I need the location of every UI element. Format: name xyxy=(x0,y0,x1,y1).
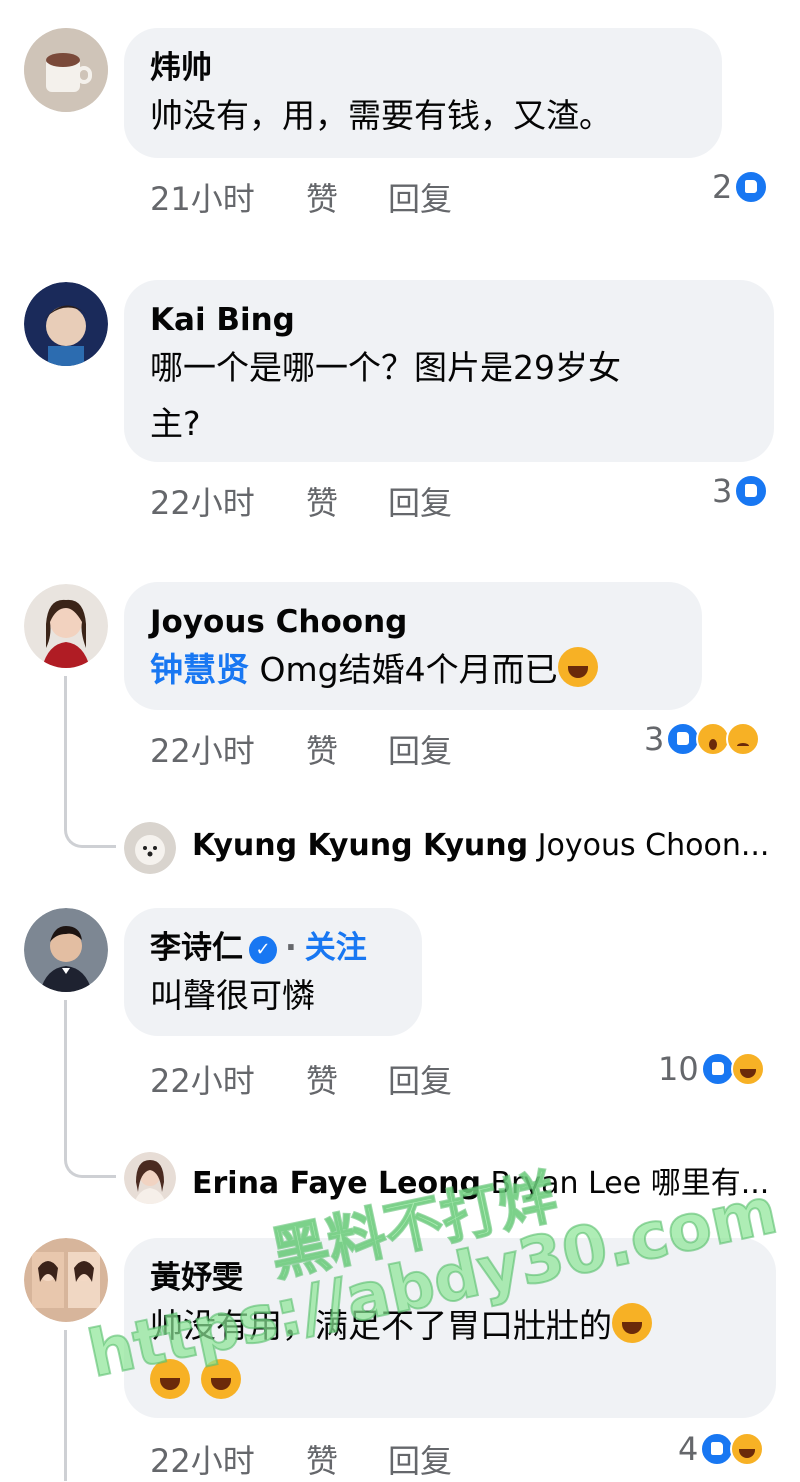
comment-text: 叫聲很可憐 xyxy=(150,976,315,1015)
comment-author[interactable]: 炜帅 xyxy=(150,48,696,88)
reply-button[interactable]: 回复 xyxy=(388,1436,452,1482)
grinning-sweat-emoji-icon xyxy=(200,1359,241,1399)
thread-connector xyxy=(64,1120,116,1178)
comment-author[interactable]: Kai Bing xyxy=(150,300,748,340)
reaction-summary[interactable]: 2 xyxy=(712,168,769,206)
laughing-emoji-icon xyxy=(612,1303,652,1343)
comment-emoji-line xyxy=(150,1354,750,1410)
comment-actions: 22小时 赞 回复 xyxy=(150,478,452,524)
avatar[interactable] xyxy=(24,282,108,366)
comment-bubble: 黃妤雯 帅没有用，满足不了胃口壯壯的 xyxy=(124,1238,776,1418)
follow-button[interactable]: 关注 xyxy=(305,930,367,966)
like-reaction-icon xyxy=(700,1432,735,1466)
reply-button[interactable]: 回复 xyxy=(388,174,452,220)
comment-time[interactable]: 22小时 xyxy=(150,478,306,524)
like-button[interactable]: 赞 xyxy=(306,174,388,220)
comment-actions: 22小时 赞 回复 xyxy=(150,726,452,772)
comment-time[interactable]: 21小时 xyxy=(150,174,306,220)
avatar[interactable] xyxy=(24,584,108,668)
like-reaction-icon xyxy=(734,474,769,508)
reply-author[interactable]: Erina Faye Leong xyxy=(192,1166,481,1201)
comment-text-line: 哪一个是哪一个？图片是29岁女 xyxy=(150,348,621,387)
thread-connector xyxy=(64,790,116,848)
comment-author-row: 李诗仁 ✓ · 关注 xyxy=(150,928,396,968)
comment-bubble: 炜帅 帅没有，用，需要有钱，又渣。 xyxy=(124,28,722,158)
comment-text: 帅没有用，满足不了胃口壯壯的 xyxy=(150,1298,750,1354)
comment-text: 帅没有，用，需要有钱，又渣。 xyxy=(150,96,612,135)
reaction-count: 4 xyxy=(678,1430,699,1468)
reply-button[interactable]: 回复 xyxy=(388,1056,452,1102)
reaction-summary[interactable]: 3 xyxy=(712,472,769,510)
reply-author[interactable]: Kyung Kyung Kyung xyxy=(192,828,528,863)
reply-preview[interactable]: Erina Faye Leong Bryan Lee 哪里有... xyxy=(192,1158,769,1202)
comment-time[interactable]: 22小时 xyxy=(150,1056,306,1102)
like-reaction-icon xyxy=(666,722,701,756)
laughing-emoji-icon xyxy=(150,1359,190,1399)
comment-author[interactable]: 黃妤雯 xyxy=(150,1258,750,1298)
like-button[interactable]: 赞 xyxy=(306,1436,388,1482)
comment-bubble: 李诗仁 ✓ · 关注 叫聲很可憐 xyxy=(124,908,422,1036)
reply-avatar[interactable] xyxy=(124,1152,176,1204)
separator-dot: · xyxy=(285,930,297,966)
comment-bubble: Joyous Choong 钟慧贤 Omg结婚4个月而已 xyxy=(124,582,702,710)
reaction-count: 3 xyxy=(712,472,733,510)
sad-reaction-icon xyxy=(726,722,761,756)
reaction-count: 3 xyxy=(644,720,665,758)
comment-actions: 21小时 赞 回复 xyxy=(150,174,452,220)
laughing-emoji-icon xyxy=(557,647,598,687)
avatar[interactable] xyxy=(24,28,108,112)
avatar[interactable] xyxy=(24,908,108,992)
haha-reaction-icon xyxy=(730,1432,765,1466)
reply-preview-text: Joyous Choon... xyxy=(537,828,770,863)
reaction-count: 2 xyxy=(712,168,733,206)
comment-text-body: 帅没有用，满足不了胃口壯壯的 xyxy=(150,1306,612,1345)
comment-actions: 22小时 赞 回复 xyxy=(150,1436,452,1482)
like-reaction-icon xyxy=(734,170,769,204)
comment-author[interactable]: 李诗仁 xyxy=(150,930,243,966)
like-button[interactable]: 赞 xyxy=(306,726,388,772)
comment-bubble: Kai Bing 哪一个是哪一个？图片是29岁女 主? xyxy=(124,280,774,462)
mention-link[interactable]: 钟慧贤 xyxy=(150,650,249,689)
comment-time[interactable]: 22小时 xyxy=(150,1436,306,1482)
like-button[interactable]: 赞 xyxy=(306,1056,388,1102)
comment-text: 钟慧贤 Omg结婚4个月而已 xyxy=(150,642,676,698)
reaction-count: 10 xyxy=(658,1050,699,1088)
like-reaction-icon xyxy=(700,1052,735,1086)
reaction-summary[interactable]: 10 xyxy=(658,1050,765,1088)
reply-preview[interactable]: Kyung Kyung Kyung Joyous Choon... xyxy=(192,828,769,863)
wow-reaction-icon xyxy=(696,722,731,756)
reply-avatar[interactable] xyxy=(124,822,176,874)
reply-button[interactable]: 回复 xyxy=(388,478,452,524)
reaction-summary[interactable]: 3 xyxy=(644,720,761,758)
thread-line xyxy=(64,1330,67,1481)
like-button[interactable]: 赞 xyxy=(306,478,388,524)
verified-badge-icon: ✓ xyxy=(249,935,277,964)
avatar[interactable] xyxy=(24,1238,108,1322)
comment-text-body: Omg结婚4个月而已 xyxy=(259,650,558,689)
haha-reaction-icon xyxy=(730,1052,765,1086)
comment-time[interactable]: 22小时 xyxy=(150,726,306,772)
comment-actions: 22小时 赞 回复 xyxy=(150,1056,452,1102)
reply-preview-text: Bryan Lee 哪里有... xyxy=(490,1166,770,1201)
reply-button[interactable]: 回复 xyxy=(388,726,452,772)
comment-text-line: 主? xyxy=(150,404,201,443)
comment-author[interactable]: Joyous Choong xyxy=(150,602,676,642)
reaction-summary[interactable]: 4 xyxy=(678,1430,765,1468)
